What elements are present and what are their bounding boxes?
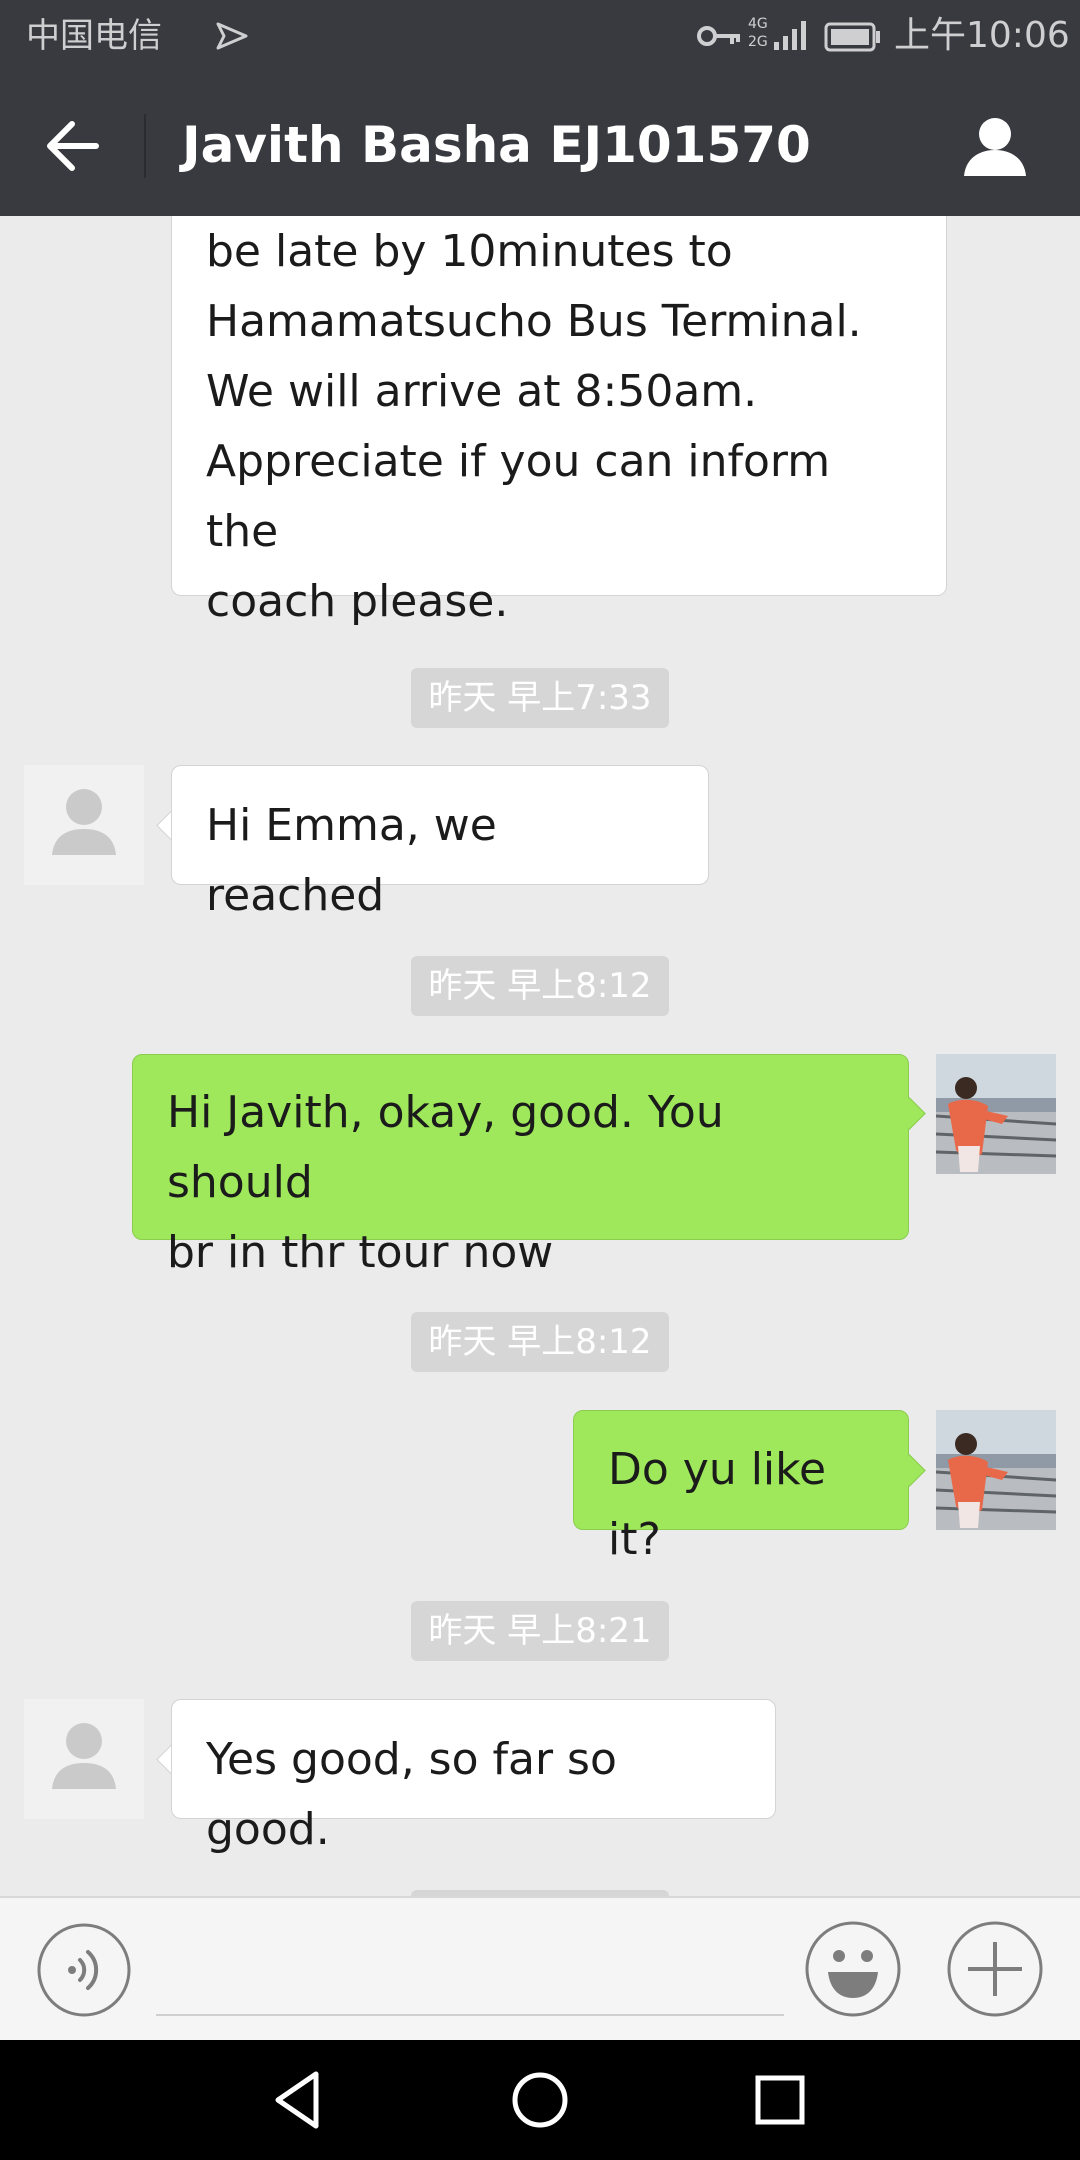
plus-icon[interactable] <box>946 1920 1044 2018</box>
signal-icon <box>774 21 806 50</box>
message-line: Yes good, so far so good. <box>206 1734 617 1855</box>
status-bar: 中国电信 4G 2G 上午10:06 <box>0 0 1080 74</box>
input-bar <box>0 1896 1080 2042</box>
emoji-icon[interactable] <box>804 1920 902 2018</box>
message-line: Hi Javith, okay, good. You should <box>167 1087 724 1208</box>
message-line: Hi Emma, we reached <box>206 800 497 921</box>
network-type-top: 4G <box>748 16 768 32</box>
message-bubble-incoming[interactable]: be late by 10minutes to Hamamatsucho Bus… <box>171 216 947 627</box>
nav-back-icon[interactable] <box>266 2066 334 2134</box>
message-line: coach please. <box>206 576 509 627</box>
carrier-name: 中国电信 <box>26 16 162 56</box>
message-bubble-incoming[interactable]: Yes good, so far so good. <box>171 1699 776 1855</box>
message-line: br in thr tour now <box>167 1227 554 1278</box>
avatar[interactable] <box>24 1699 144 1819</box>
default-avatar-icon <box>52 789 116 855</box>
send-icon <box>216 22 248 50</box>
message-line: We will arrive at 8:50am. <box>206 366 758 417</box>
message-line: be late by 10minutes to <box>206 226 733 277</box>
system-nav-bar <box>0 2040 1080 2160</box>
signal-indicator: 4G 2G <box>748 14 814 58</box>
profile-photo <box>936 1054 1056 1174</box>
battery-icon <box>824 22 880 52</box>
message-list[interactable]: be late by 10minutes to Hamamatsucho Bus… <box>0 216 1080 1896</box>
message-input[interactable] <box>156 1922 784 2016</box>
timestamp: 昨天 早上8:21 <box>411 1601 669 1661</box>
network-type-bottom: 2G <box>748 34 768 50</box>
timestamp: 昨天 早上7:33 <box>411 668 669 728</box>
message-line: Hamamatsucho Bus Terminal. <box>206 296 862 347</box>
timestamp: 昨天 早上8:12 <box>411 956 669 1016</box>
nav-home-icon[interactable] <box>506 2066 574 2134</box>
header-divider <box>144 114 146 178</box>
key-icon <box>697 26 740 46</box>
chat-title: Javith Basha EJ101570 <box>182 116 811 174</box>
message-line: Appreciate if you can inform the <box>206 436 831 557</box>
nav-recent-icon[interactable] <box>746 2066 814 2134</box>
message-bubble-outgoing[interactable]: Do yu like it? <box>573 1410 909 1565</box>
voice-icon[interactable] <box>36 1922 132 2018</box>
chat-header: Javith Basha EJ101570 <box>0 74 1080 216</box>
person-icon[interactable] <box>962 114 1028 178</box>
back-arrow-icon[interactable] <box>44 120 100 172</box>
message-line: Do yu like it? <box>608 1444 827 1565</box>
message-bubble-outgoing[interactable]: Hi Javith, okay, good. You should br in … <box>132 1054 909 1278</box>
default-avatar-icon <box>52 1723 116 1789</box>
profile-photo <box>936 1410 1056 1530</box>
message-bubble-incoming[interactable]: Hi Emma, we reached <box>171 765 709 921</box>
timestamp: 昨天 早上8:12 <box>411 1312 669 1372</box>
avatar[interactable] <box>936 1054 1056 1174</box>
avatar[interactable] <box>24 765 144 885</box>
avatar[interactable] <box>936 1410 1056 1530</box>
clock: 上午10:06 <box>894 15 1070 56</box>
